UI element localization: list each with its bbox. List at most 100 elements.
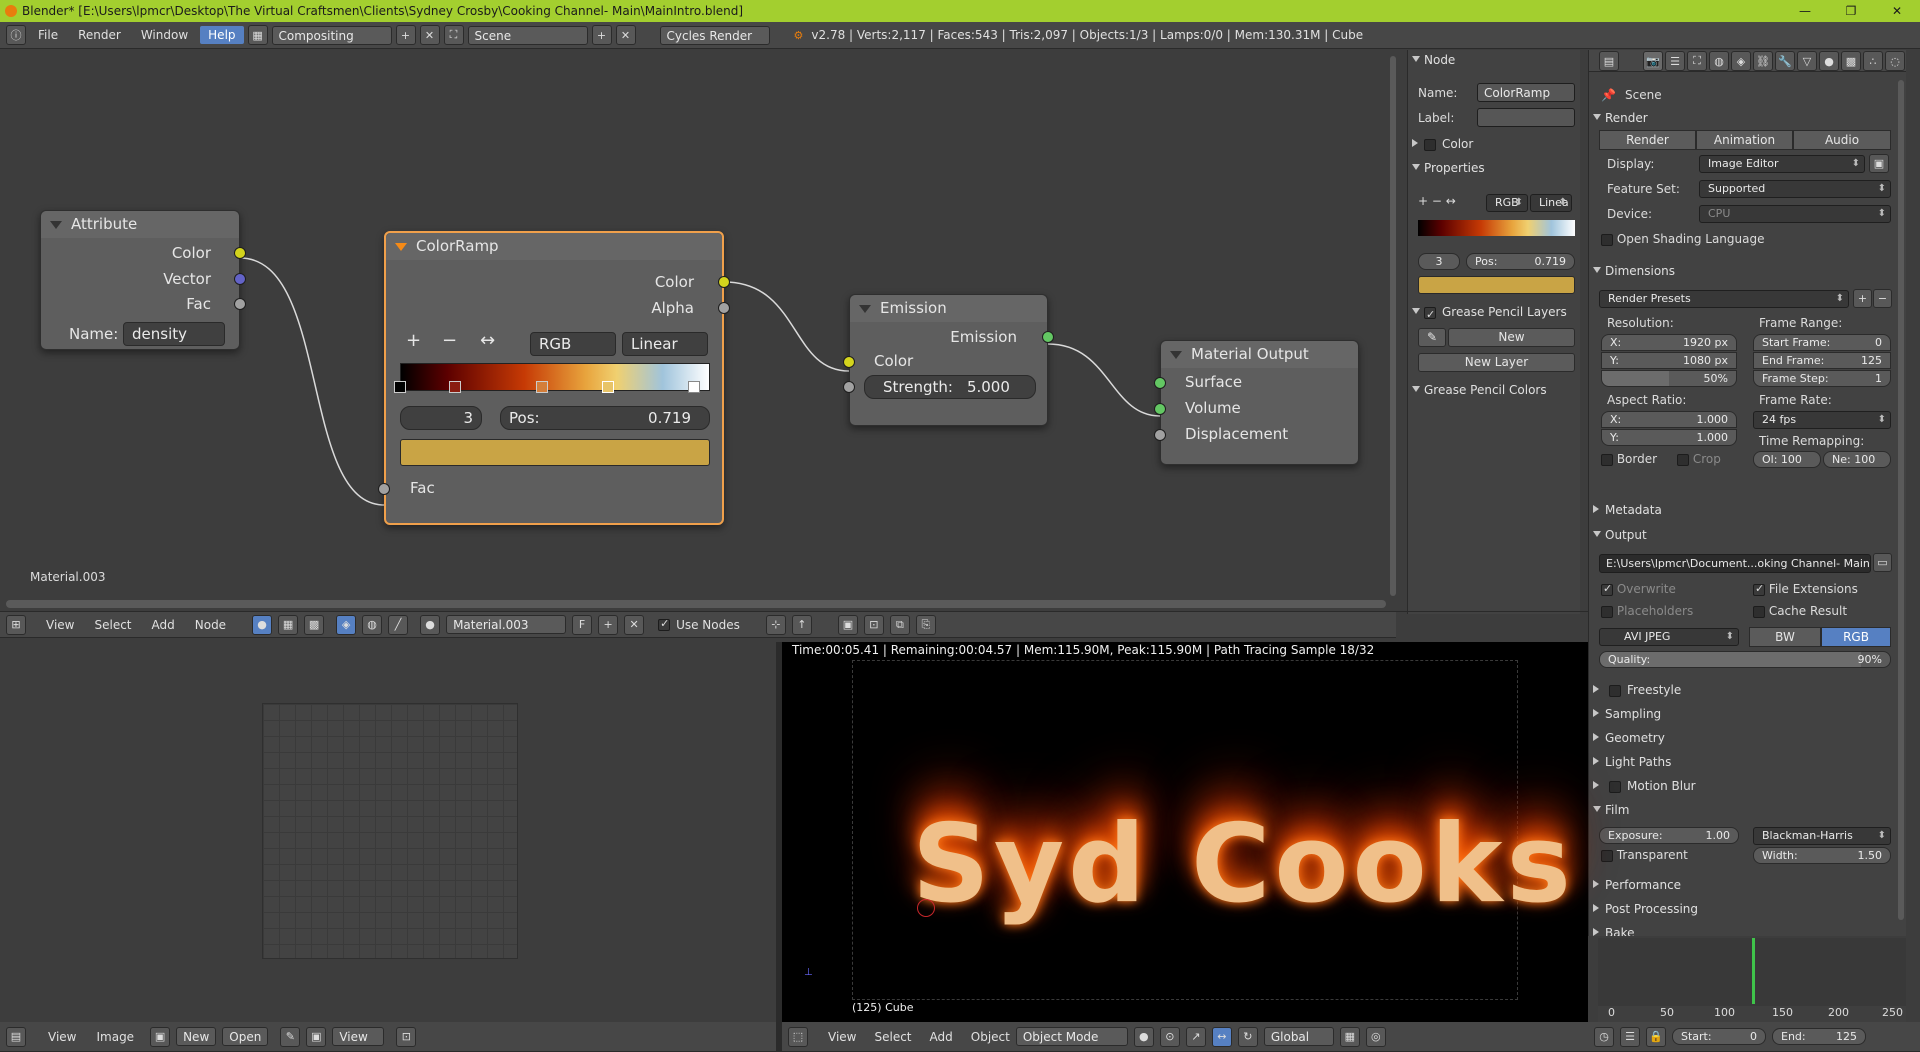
colorramp-pos-field[interactable]: Pos: 0.719 (500, 406, 710, 430)
sampling-panel-header[interactable]: Sampling (1589, 704, 1899, 724)
colorramp-node[interactable]: ColorRamp Color Alpha + − ↔ RGB Linear 3… (378, 231, 730, 525)
aspect-x-field[interactable]: X: 1.000 (1601, 411, 1737, 428)
overwrite-row[interactable]: Overwrite (1601, 582, 1676, 596)
output-path-field[interactable]: E:\Users\lpmcr\Document...oking Channel-… (1599, 554, 1871, 573)
transparent-checkbox[interactable] (1601, 849, 1613, 862)
frame-step-field[interactable]: Frame Step: 1 (1753, 370, 1891, 387)
image-editor-type-icon[interactable]: ▤ (6, 1026, 26, 1047)
color-section-checkbox[interactable] (1424, 138, 1436, 151)
material-browse-icon[interactable]: ● (420, 614, 441, 635)
3d-viewport[interactable]: Time:00:05.41 | Remaining:00:04.57 | Mem… (782, 642, 1588, 1022)
animation-button[interactable]: Animation (1696, 130, 1793, 150)
physics-tab-icon[interactable]: ◌ (1885, 51, 1905, 71)
menu-render[interactable]: Render (70, 26, 129, 44)
freestyle-checkbox[interactable] (1609, 684, 1621, 697)
colorramp-flip-button[interactable]: ↔ (480, 330, 495, 351)
color-section-header[interactable]: Color (1408, 134, 1578, 154)
dimensions-panel-header[interactable]: Dimensions (1589, 261, 1899, 281)
editor-type-icon[interactable]: ⓘ (6, 25, 26, 45)
node-editor-vscrollbar[interactable] (1390, 56, 1396, 596)
modifiers-tab-icon[interactable]: 🔧 (1775, 51, 1795, 71)
properties-editor-type-icon[interactable]: ▤ (1599, 51, 1619, 71)
panel-color-swatch[interactable] (1418, 276, 1575, 294)
image-pin-icon[interactable]: ✎ (280, 1026, 301, 1047)
render-button[interactable]: Render (1599, 130, 1696, 150)
material-output-node[interactable]: Material Output Surface Volume Displacem… (1154, 340, 1359, 465)
display-select[interactable]: Image Editor (1699, 155, 1865, 173)
panel-colorramp-gradient[interactable] (1418, 220, 1575, 236)
cache-result-checkbox[interactable] (1753, 605, 1765, 618)
node-name-field[interactable]: ColorRamp (1477, 83, 1575, 102)
display-window-icon[interactable]: ▣ (1869, 154, 1889, 173)
emission-strength-field[interactable]: Strength: 5.000 (864, 375, 1036, 399)
world-shader-icon[interactable]: ◍ (362, 614, 383, 635)
osl-checkbox[interactable] (1601, 233, 1613, 246)
constraints-tab-icon[interactable]: ⛓ (1753, 51, 1773, 71)
attribute-vector-socket[interactable] (234, 273, 246, 285)
image-menu-view[interactable]: View (48, 1030, 76, 1044)
performance-panel-header[interactable]: Performance (1589, 875, 1899, 895)
colorramp-color-swatch[interactable] (400, 439, 710, 466)
image-browse-icon[interactable]: ▣ (150, 1026, 171, 1047)
gp-layers-header[interactable]: Grease Pencil Layers (1408, 302, 1578, 325)
output-panel-header[interactable]: Output (1589, 525, 1899, 545)
device-select[interactable]: CPU (1699, 205, 1891, 223)
crop-checkbox[interactable] (1677, 453, 1689, 466)
attribute-fac-socket[interactable] (234, 298, 246, 310)
overwrite-checkbox[interactable] (1601, 582, 1613, 596)
audio-button[interactable]: Audio (1793, 130, 1891, 150)
image-canvas[interactable] (262, 703, 518, 959)
node-section-header[interactable]: Node (1408, 50, 1580, 70)
properties-section-header[interactable]: Properties (1408, 158, 1578, 178)
node-label-field[interactable] (1477, 108, 1575, 127)
volume-socket[interactable] (1154, 403, 1166, 415)
colorramp-add-stop-button[interactable]: + (406, 330, 421, 351)
properties-scrollbar[interactable] (1898, 80, 1904, 920)
material-unlink-icon[interactable]: ✕ (624, 614, 645, 635)
object-shader-icon[interactable]: ◈ (336, 614, 357, 635)
freestyle-panel-header[interactable]: Freestyle (1589, 680, 1899, 700)
panel-add-stop-button[interactable]: + − ↔ (1418, 194, 1456, 208)
timeline-menu-icon[interactable]: ☰ (1620, 1026, 1640, 1047)
particles-tab-icon[interactable]: ∴ (1863, 51, 1883, 71)
colorramp-stop-index[interactable]: 3 (400, 406, 482, 430)
emission-node[interactable]: Emission Emission Color Strength: 5.000 (843, 294, 1054, 426)
gp-layers-checkbox[interactable] (1424, 305, 1436, 325)
exposure-field[interactable]: Exposure: 1.00 (1599, 827, 1739, 844)
pivot-point-icon[interactable]: ⊙ (1159, 1026, 1180, 1047)
displacement-socket[interactable] (1154, 429, 1166, 441)
menu-window[interactable]: Window (133, 26, 196, 44)
texture-nodes-icon[interactable]: ▩ (304, 614, 325, 635)
screen-select[interactable]: Compositing (271, 25, 392, 45)
panel-stop-index[interactable]: 3 (1418, 253, 1460, 270)
fake-user-button[interactable]: F (572, 614, 593, 635)
translate-icon[interactable]: ↔ (1211, 1026, 1232, 1047)
osl-row[interactable]: Open Shading Language (1601, 232, 1764, 246)
geometry-panel-header[interactable]: Geometry (1589, 728, 1899, 748)
colorramp-remove-stop-button[interactable]: − (442, 330, 457, 351)
attribute-node-title[interactable]: Attribute (41, 211, 239, 238)
area-divider-vertical[interactable] (776, 642, 782, 1052)
viewport-menu-view[interactable]: View (828, 1030, 856, 1044)
scene-icon[interactable]: ⛶ (443, 25, 464, 45)
viewport-menu-select[interactable]: Select (874, 1030, 911, 1044)
res-y-field[interactable]: Y: 1080 px (1601, 352, 1737, 369)
node-menu-select[interactable]: Select (94, 618, 131, 632)
metadata-panel-header[interactable]: Metadata (1589, 500, 1899, 520)
image-render-slot-icon[interactable]: ⊡ (396, 1026, 417, 1047)
res-x-field[interactable]: X: 1920 px (1601, 334, 1737, 351)
output-folder-icon[interactable]: ▭ (1873, 553, 1892, 572)
filter-width-field[interactable]: Width: 1.50 (1753, 847, 1891, 864)
data-tab-icon[interactable]: ▽ (1797, 51, 1817, 71)
end-frame-field[interactable]: End Frame: 125 (1753, 352, 1891, 369)
menu-help[interactable]: Help (200, 26, 244, 44)
border-row[interactable]: Border (1601, 452, 1657, 466)
viewport-menu-add[interactable]: Add (930, 1030, 953, 1044)
colorramp-node-title[interactable]: ColorRamp (386, 233, 722, 260)
snap-icon[interactable]: ⊹ (765, 614, 786, 635)
timeline-editor[interactable]: 0 50 100 150 200 250 (1598, 938, 1906, 1026)
render-engine-select[interactable]: Cycles Render (659, 25, 770, 45)
scene-add-icon[interactable]: + (591, 25, 612, 45)
linestyle-shader-icon[interactable]: ╱ (388, 614, 409, 635)
colorramp-stop-1[interactable] (394, 381, 406, 393)
